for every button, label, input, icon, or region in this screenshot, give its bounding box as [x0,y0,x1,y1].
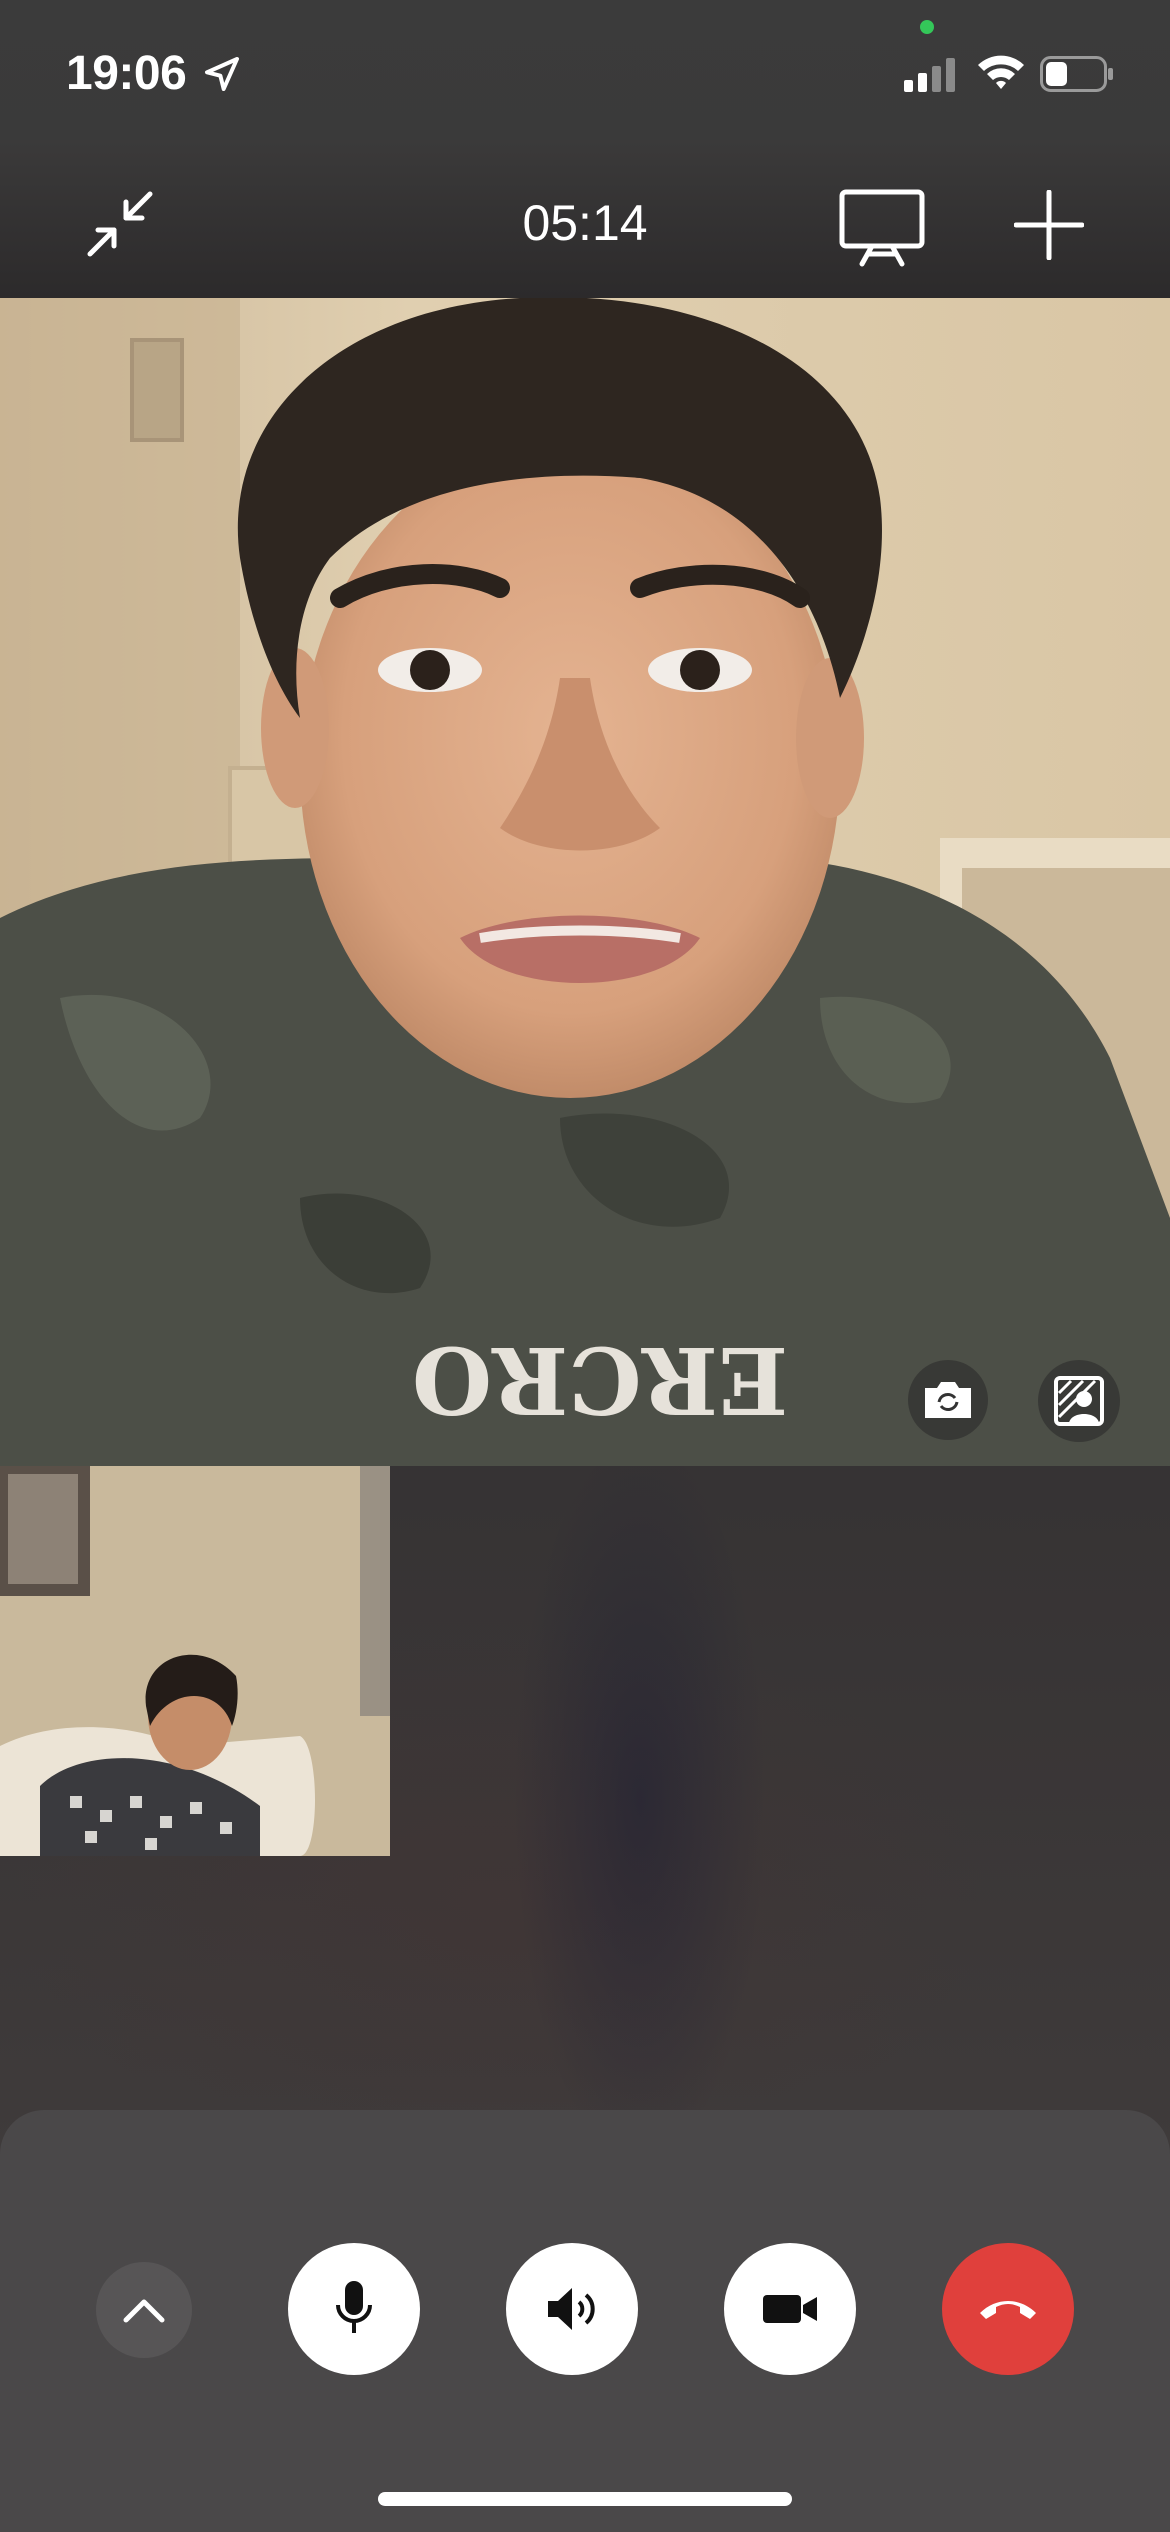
camera-flip-icon [925,1382,971,1418]
screen-share-button[interactable] [838,188,926,268]
speaker-button[interactable] [506,2243,638,2375]
status-bar: 19:06 [0,0,1170,140]
cellular-signal-icon [904,58,955,92]
expand-controls-button[interactable] [96,2262,192,2358]
end-call-icon [980,2301,1036,2319]
status-time: 19:06 [66,47,187,100]
mute-button[interactable] [288,2243,420,2375]
screen-share-icon [839,189,925,267]
camera-toggle-button[interactable] [724,2243,856,2375]
speaker-icon [548,2288,595,2330]
shirt-print-text: ERCRO [412,1326,788,1434]
minimize-button[interactable] [82,186,158,262]
end-call-button[interactable] [942,2243,1074,2375]
chevron-up-icon [123,2299,165,2323]
call-duration: 05:14 [522,195,648,251]
self-view-tile[interactable] [0,1466,390,1856]
portrait-mode-button[interactable] [1038,1360,1120,1442]
portrait-mode-icon [1054,1376,1104,1426]
plus-icon [1013,189,1085,261]
battery-icon [1040,56,1113,92]
remote-participant-image: ERCRO [0,298,1170,1466]
privacy-indicator-dot [920,20,934,34]
home-indicator[interactable] [378,2492,792,2506]
self-view-image [0,1466,390,1856]
add-person-button[interactable] [1013,189,1085,261]
flip-camera-button[interactable] [908,1360,988,1440]
location-arrow-icon [205,57,239,91]
minimize-arrows-icon [87,191,153,257]
video-camera-icon [763,2295,817,2323]
microphone-icon [336,2281,372,2333]
remote-video-feed[interactable]: ERCRO [0,298,1170,1466]
wifi-icon [978,55,1024,89]
